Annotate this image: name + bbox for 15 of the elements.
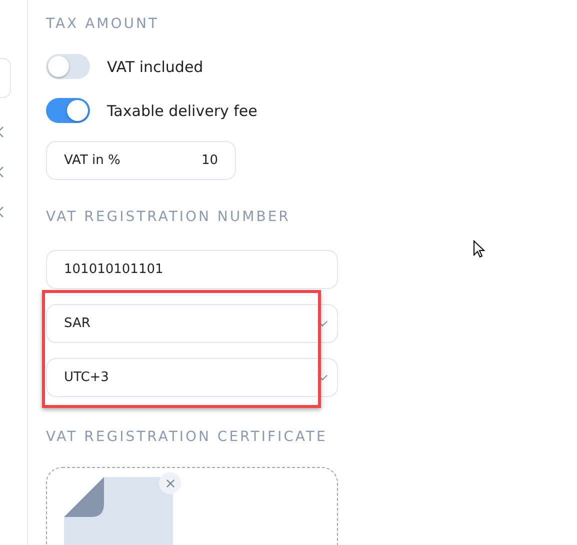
section-heading: VAT REGISTRATION NUMBER (46, 209, 292, 227)
cursor-icon (473, 240, 485, 258)
section-heading: TAX AMOUNT (46, 16, 160, 34)
file-icon (64, 477, 173, 545)
toggle-label: VAT included (107, 58, 204, 76)
section-heading: VAT REGISTRATION CERTIFICATE (46, 429, 328, 447)
input-field[interactable]: 101010101101 (46, 250, 338, 289)
select-field[interactable]: UTC+3 (46, 358, 338, 397)
close-button[interactable] (159, 472, 181, 494)
toggle-label: Taxable delivery fee (107, 102, 258, 120)
close-icon (166, 478, 174, 488)
select-field[interactable]: SAR (46, 304, 338, 343)
toggle-switch[interactable] (46, 98, 90, 123)
vat-field[interactable]: VAT in % 10 (46, 141, 236, 180)
toggle-switch[interactable] (46, 54, 90, 79)
